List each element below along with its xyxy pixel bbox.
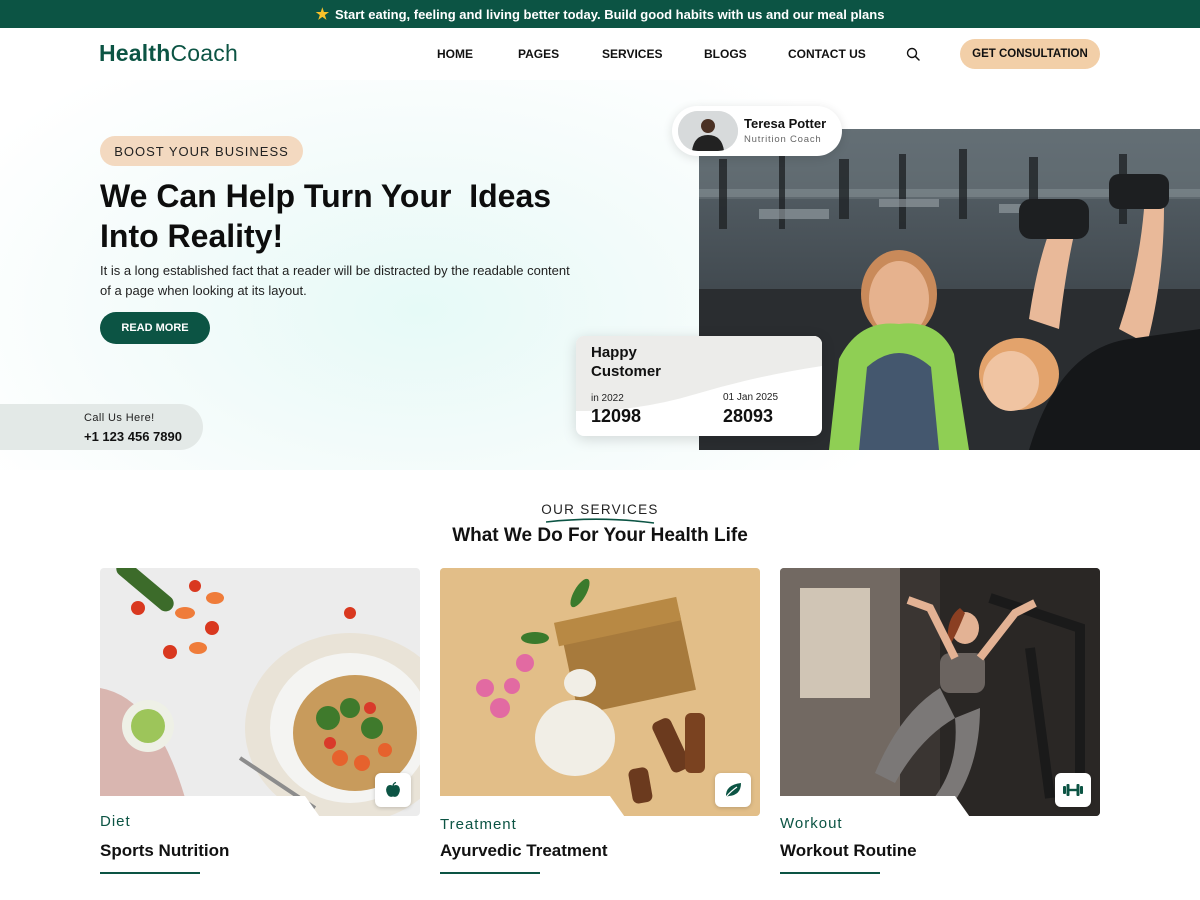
card-underline (440, 872, 540, 874)
nav-contact-us[interactable]: CONTACT US (788, 47, 888, 61)
avatar (678, 111, 738, 151)
logo-part-1: Health (99, 40, 171, 66)
card-corner-cutout (100, 796, 322, 820)
phone-number[interactable]: +1 123 456 7890 (84, 429, 182, 444)
card-title[interactable]: Sports Nutrition (100, 841, 229, 861)
logo[interactable]: HealthCoach (99, 40, 238, 67)
apple-icon (375, 773, 411, 807)
nav-home[interactable]: HOME (437, 47, 518, 61)
hero-description: It is a long established fact that a rea… (100, 263, 570, 298)
announcement-text: Start eating, feeling and living better … (335, 6, 885, 22)
card-category: Diet (100, 813, 131, 830)
hero-title-line-2: Into Reality! (100, 218, 284, 254)
services-title: What We Do For Your Health Life (452, 525, 748, 546)
call-us-label: Call Us Here! (84, 412, 155, 424)
diet-food-image (100, 568, 420, 816)
read-more-button[interactable]: READ MORE (100, 312, 210, 344)
logo-part-2: Coach (170, 40, 238, 66)
coach-role: Nutrition Coach (744, 134, 822, 145)
card-category: Workout (780, 815, 843, 832)
leaf-icon (715, 773, 751, 807)
call-us-box[interactable]: Call Us Here! +1 123 456 7890 (0, 404, 203, 450)
main-nav: HOME PAGES SERVICES BLOGS CONTACT US (437, 47, 888, 61)
stat-2-value: 28093 (723, 406, 774, 426)
hero-title-line-1: We Can Help Turn Your Ideas (100, 178, 552, 214)
card-underline (100, 872, 200, 874)
coach-card[interactable]: Teresa Potter Nutrition Coach (672, 106, 842, 156)
hero-title: We Can Help Turn Your Ideas Into Reality… (100, 176, 620, 256)
stat-1-label: in 2022 (591, 393, 624, 404)
star-icon: ★ (315, 6, 330, 23)
card-title[interactable]: Ayurvedic Treatment (440, 841, 608, 861)
search-icon[interactable] (906, 47, 920, 61)
coach-name: Teresa Potter (744, 116, 827, 131)
stat-2-label: 01 Jan 2025 (723, 392, 779, 403)
service-card-treatment[interactable]: Treatment Ayurvedic Treatment (440, 568, 760, 878)
ayurvedic-treatment-image (440, 568, 760, 816)
announcement-bar: ★ Start eating, feeling and living bette… (0, 0, 1200, 28)
services-eyebrow: OUR SERVICES (541, 502, 659, 517)
happy-customer-card: Happy Customer in 2022 12098 01 Jan 2025… (576, 336, 822, 436)
happy-customer-title: Happy Customer (591, 344, 662, 380)
card-title[interactable]: Workout Routine (780, 841, 917, 861)
nav-blogs[interactable]: BLOGS (704, 47, 788, 61)
hero-badge: BOOST YOUR BUSINESS (100, 136, 303, 166)
site-header: HealthCoach HOME PAGES SERVICES BLOGS CO… (0, 28, 1200, 80)
stat-1-value: 12098 (591, 406, 642, 426)
nav-services[interactable]: SERVICES (602, 47, 704, 61)
underline-swoosh (546, 518, 655, 524)
service-card-workout[interactable]: Workout Workout Routine (780, 568, 1100, 878)
service-card-diet[interactable]: Diet Sports Nutrition (100, 568, 420, 878)
card-underline (780, 872, 880, 874)
get-consultation-button[interactable]: GET CONSULTATION (960, 39, 1100, 69)
workout-image (780, 568, 1100, 816)
card-category: Treatment (440, 816, 517, 833)
nav-pages[interactable]: PAGES (518, 47, 602, 61)
dumbbell-icon (1055, 773, 1091, 807)
